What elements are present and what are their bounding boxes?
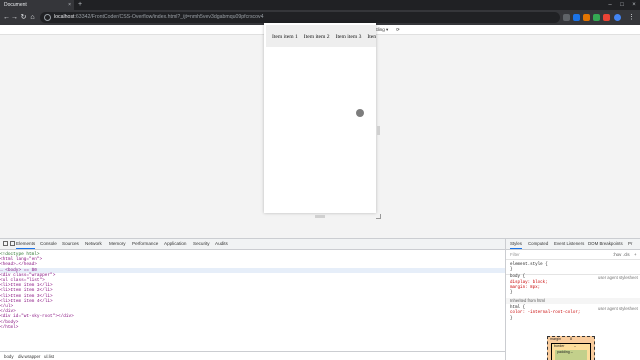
elements-tree: <!doctype html> <html lang="en"> <head>…<… [0, 250, 505, 350]
item-list: Item item 1 Item item 2 Item item 3 Item it… [266, 25, 376, 47]
box-model-padding: padding – [555, 350, 587, 360]
hov-toggle[interactable]: :hov [613, 250, 621, 260]
resize-handle-right[interactable] [377, 126, 380, 135]
styles-tab-bar: Styles Computed Event Listeners DOM Brea… [506, 239, 640, 250]
tab-memory[interactable]: Memory [109, 239, 126, 249]
style-rule-line[interactable]: } [510, 291, 513, 296]
tab-computed[interactable]: Computed [528, 239, 548, 249]
extension-icon[interactable] [593, 14, 600, 21]
rotate-icon[interactable]: ⟳ [396, 25, 400, 35]
browser-menu-icon[interactable]: ⋮ [628, 10, 635, 25]
style-rule-line[interactable]: } [510, 317, 513, 322]
device-frame: Item item 1 Item item 2 Item item 3 Item it… [264, 23, 376, 213]
site-info-icon[interactable] [44, 14, 51, 21]
list-item: Item item 4 [367, 34, 376, 40]
extension-icon[interactable] [583, 14, 590, 21]
styles-filter-input[interactable]: Filter [510, 250, 520, 260]
reload-icon[interactable]: ↻ [19, 10, 28, 25]
tab-close-icon[interactable]: × [68, 0, 71, 10]
new-rule-button[interactable]: + [634, 250, 637, 260]
url-text: localhost:63342/FrontCoder/CSS-Overflow/… [54, 14, 264, 20]
tab-performance[interactable]: Performance [132, 239, 158, 249]
tab-security[interactable]: Security [193, 239, 210, 249]
profile-avatar-icon[interactable] [614, 14, 621, 21]
close-window-icon[interactable]: × [628, 0, 640, 10]
tab-styles[interactable]: Styles [510, 239, 522, 249]
devtools-panel: Elements Console Sources Network Memory … [0, 238, 640, 360]
new-tab-button[interactable]: + [78, 0, 82, 10]
maximize-icon[interactable]: □ [616, 0, 628, 10]
list-item: Item item 3 [335, 34, 362, 40]
extension-icon[interactable] [563, 14, 570, 21]
breadcrumb-item[interactable]: div.wrapper [18, 352, 40, 360]
breadcrumb-item[interactable]: ul.list [44, 352, 54, 360]
style-rule-line[interactable]: color: -internal-root-color; [510, 311, 580, 316]
list-item: Item item 1 [272, 34, 298, 40]
tab-dom-breakpoints[interactable]: DOM Breakpoints [588, 239, 623, 249]
extension-icon[interactable] [573, 14, 580, 21]
device-toggle-icon[interactable] [10, 241, 15, 246]
inspect-icon[interactable] [3, 241, 8, 246]
dom-node-line[interactable]: </html> [0, 325, 505, 330]
touch-cursor [356, 109, 364, 117]
tab-properties[interactable]: Pr [628, 239, 632, 249]
devtools-tab-bar: Elements Console Sources Network Memory … [0, 239, 505, 250]
style-source-link[interactable]: user agent stylesheet [598, 306, 638, 311]
resize-handle-bottom[interactable] [315, 215, 325, 218]
box-model-margin-value: 8 [570, 337, 572, 341]
tab-sources[interactable]: Sources [62, 239, 79, 249]
extension-icon[interactable] [603, 14, 610, 21]
list-item: Item item 2 [303, 34, 330, 40]
tab-console[interactable]: Console [40, 239, 57, 249]
tab-application[interactable]: Application [164, 239, 186, 249]
style-rule-line[interactable]: } [510, 268, 513, 273]
style-source-link[interactable]: user agent stylesheet [598, 275, 638, 280]
browser-tab-title: Document [4, 2, 27, 8]
tab-event-listeners[interactable]: Event Listeners [554, 239, 584, 249]
inherited-header: Inherited from html [506, 298, 640, 305]
home-icon[interactable]: ⌂ [28, 10, 37, 25]
tab-elements[interactable]: Elements [16, 239, 36, 249]
browser-tab[interactable]: Document × [0, 0, 74, 10]
resize-handle-corner[interactable] [376, 214, 381, 219]
breadcrumb-item[interactable]: body [4, 352, 14, 360]
browser-tab-strip: Document × + – □ × [0, 0, 640, 10]
screen: Document × + – □ × ← → ↻ ⌂ localhost:633… [0, 0, 640, 360]
box-model-padding-label: padding – [557, 350, 573, 354]
tab-audits[interactable]: Audits [215, 239, 228, 249]
box-model-margin-label: margin [550, 337, 561, 341]
cls-toggle[interactable]: .cls [623, 250, 630, 260]
box-model-border-label: border [554, 344, 565, 348]
box-model-border-value: – [574, 344, 576, 348]
breadcrumb: body div.wrapper ul.list [0, 351, 505, 360]
style-rule-line[interactable]: margin: 8px; [510, 286, 540, 291]
style-rule-line[interactable]: element.style { [510, 263, 548, 268]
forward-icon[interactable]: → [10, 10, 19, 25]
address-bar[interactable]: localhost:63342/FrontCoder/CSS-Overflow/… [40, 12, 560, 23]
minimize-icon[interactable]: – [604, 0, 616, 10]
tab-network[interactable]: Network [85, 239, 102, 249]
styles-filter-row: Filter :hov .cls + [506, 250, 640, 260]
